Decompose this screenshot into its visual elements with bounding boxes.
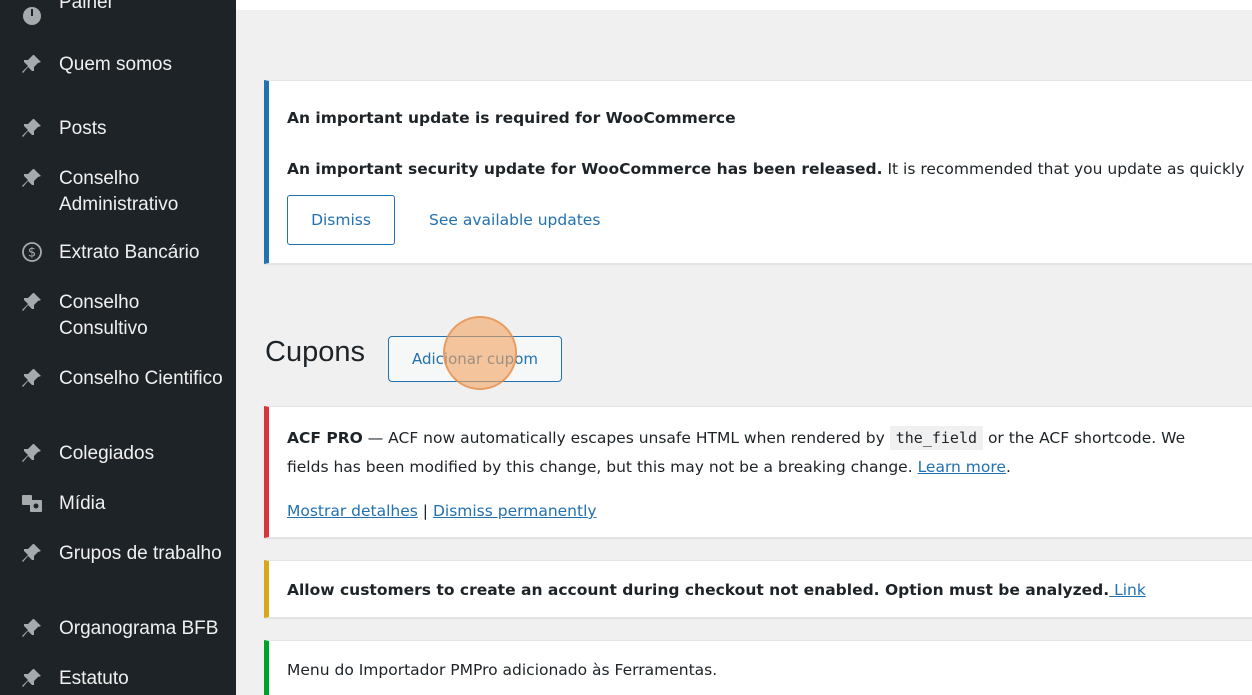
admin-sidebar: Painel Quem somos Posts Conselho Adminis… bbox=[0, 0, 236, 695]
top-strip bbox=[236, 0, 1252, 10]
pin-icon bbox=[20, 441, 44, 465]
notice-title: An important update is required for WooC… bbox=[287, 109, 736, 127]
sidebar-item-label: Conselho Cientifico bbox=[59, 368, 223, 389]
pin-icon bbox=[20, 116, 44, 140]
pin-icon bbox=[20, 616, 44, 640]
sidebar-item-label: Grupos de trabalho bbox=[59, 543, 222, 564]
media-icon bbox=[20, 491, 44, 515]
sidebar-item-label: Estatuto bbox=[59, 668, 129, 689]
sidebar-item-label: Colegiados bbox=[59, 443, 155, 464]
notice-text: An important security update for WooComm… bbox=[287, 160, 1245, 178]
dashboard-icon bbox=[20, 2, 44, 26]
pin-icon bbox=[20, 666, 44, 690]
checkout-link[interactable]: Link bbox=[1109, 581, 1146, 599]
sidebar-item-label: Organograma BFB bbox=[59, 618, 219, 639]
learn-more-link[interactable]: Learn more bbox=[918, 458, 1006, 476]
sidebar-item-label: Painel bbox=[59, 0, 112, 13]
pin-icon bbox=[20, 366, 44, 390]
notice-text: Allow customers to create an account dur… bbox=[287, 581, 1146, 599]
woocommerce-update-notice: An important update is required for WooC… bbox=[264, 80, 1252, 264]
sidebar-item-label: Conselho Consultivo bbox=[59, 292, 148, 339]
checkout-account-notice: Allow customers to create an account dur… bbox=[264, 560, 1252, 618]
pin-icon bbox=[20, 290, 44, 314]
main-content: An important update is required for WooC… bbox=[236, 10, 1252, 695]
sidebar-item-label: Mídia bbox=[59, 493, 106, 514]
see-available-updates-link[interactable]: See available updates bbox=[429, 211, 600, 229]
dismiss-button[interactable]: Dismiss bbox=[287, 195, 395, 245]
notice-text-line2: fields has been modified by this change,… bbox=[287, 458, 1011, 476]
page-title: Cupons bbox=[265, 336, 365, 368]
acf-pro-notice: ACF PRO — ACF now automatically escapes … bbox=[264, 406, 1252, 538]
dismiss-permanently-link[interactable]: Dismiss permanently bbox=[433, 502, 597, 520]
sidebar-item-label: Quem somos bbox=[59, 54, 172, 75]
add-coupon-button[interactable]: Adicionar cupom bbox=[388, 336, 562, 382]
sidebar-item-label: Conselho Administrativo bbox=[59, 168, 179, 215]
sidebar-item-label: Extrato Bancário bbox=[59, 242, 200, 263]
dollar-icon: $ bbox=[20, 240, 44, 264]
pin-icon bbox=[20, 166, 44, 190]
svg-text:$: $ bbox=[28, 246, 36, 261]
pin-icon bbox=[20, 52, 44, 76]
show-details-link[interactable]: Mostrar detalhes bbox=[287, 502, 418, 520]
pmpro-notice: Menu do Importador PMPro adicionado às F… bbox=[264, 640, 1252, 695]
pin-icon bbox=[20, 541, 44, 565]
notice-text: ACF PRO — ACF now automatically escapes … bbox=[287, 426, 1185, 450]
notice-text: Menu do Importador PMPro adicionado às F… bbox=[287, 661, 718, 679]
notice-actions: Mostrar detalhes | Dismiss permanently bbox=[287, 502, 597, 520]
sidebar-item-label: Posts bbox=[59, 118, 107, 139]
code-snippet: the_field bbox=[889, 426, 984, 450]
